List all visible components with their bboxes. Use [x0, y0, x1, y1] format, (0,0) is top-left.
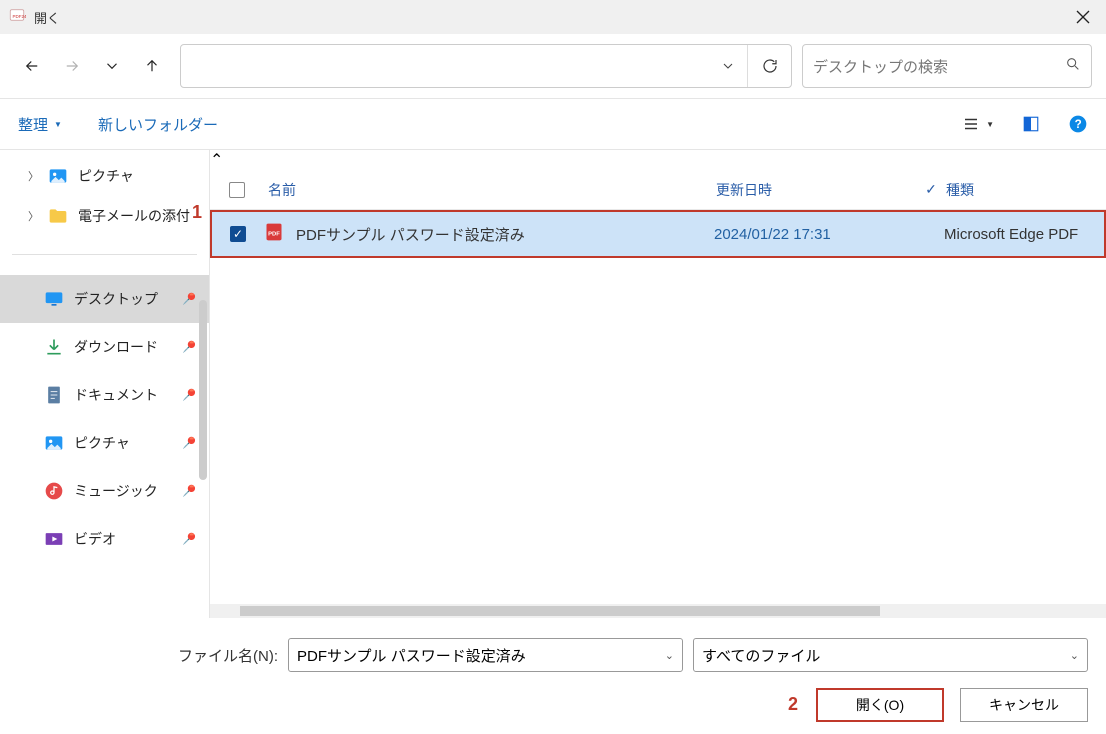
refresh-button[interactable]: [747, 45, 791, 87]
chevron-right-icon: 〉: [28, 208, 38, 224]
pictures-icon: [48, 166, 68, 186]
nav-row: デスクトップの検索: [0, 34, 1106, 98]
back-button[interactable]: [14, 46, 50, 86]
svg-text:PDF24: PDF24: [13, 14, 27, 19]
new-folder-button[interactable]: 新しいフォルダー: [98, 114, 218, 135]
svg-text:?: ?: [1075, 118, 1082, 131]
column-date[interactable]: 更新日時: [716, 180, 916, 200]
chevron-down-icon: ▼: [986, 120, 994, 129]
folder-icon: [48, 206, 68, 226]
file-name: PDFサンプル パスワード設定済み: [296, 224, 714, 245]
sidebar: 〉 ピクチャ 〉 電子メールの添付 デスクトップ 📍 ダウンロード 📍: [0, 150, 210, 618]
sort-indicator-icon: ⌃: [210, 150, 1106, 170]
chevron-down-icon: ⌄: [665, 649, 674, 662]
file-type-filter[interactable]: すべてのファイル ⌄: [693, 638, 1088, 672]
horizontal-scrollbar[interactable]: [210, 604, 1106, 618]
pin-icon: 📍: [176, 431, 200, 455]
sidebar-scrollbar[interactable]: [199, 300, 207, 480]
recent-dropdown[interactable]: [94, 46, 130, 86]
pin-icon: 📍: [176, 287, 200, 311]
body-area: 〉 ピクチャ 〉 電子メールの添付 デスクトップ 📍 ダウンロード 📍: [0, 150, 1106, 618]
bottom-panel: ファイル名(N): PDFサンプル パスワード設定済み ⌄ すべてのファイル ⌄…: [0, 618, 1106, 734]
annotation-2: 2: [788, 694, 798, 715]
open-button[interactable]: 開く(O): [816, 688, 944, 722]
sidebar-item-downloads[interactable]: ダウンロード 📍: [0, 323, 209, 371]
column-type[interactable]: 種類: [946, 180, 1106, 200]
search-input[interactable]: デスクトップの検索: [802, 44, 1092, 88]
video-icon: [44, 529, 64, 549]
address-dropdown[interactable]: [707, 45, 747, 87]
desktop-icon: [44, 289, 64, 309]
up-button[interactable]: [134, 46, 170, 86]
column-sort-check-icon: ✓: [916, 181, 946, 198]
music-icon: [44, 481, 64, 501]
help-icon: ?: [1068, 114, 1088, 134]
close-button[interactable]: [1060, 0, 1106, 34]
app-icon: PDF24: [8, 6, 26, 29]
titlebar: PDF24 開く: [0, 0, 1106, 34]
list-icon: [962, 115, 980, 133]
svg-text:PDF: PDF: [268, 231, 280, 237]
address-bar[interactable]: [180, 44, 792, 88]
pin-icon: 📍: [176, 527, 200, 551]
tree-item-pictures[interactable]: 〉 ピクチャ: [0, 156, 209, 196]
pdf-icon: PDF: [264, 222, 288, 246]
file-checkbox[interactable]: ✓: [212, 226, 264, 242]
sidebar-item-music[interactable]: ミュージック 📍: [0, 467, 209, 515]
preview-toggle[interactable]: [1022, 115, 1040, 133]
sidebar-item-documents[interactable]: ドキュメント 📍: [0, 371, 209, 419]
file-date: 2024/01/22 17:31: [714, 226, 914, 243]
pin-icon: 📍: [176, 383, 200, 407]
chevron-right-icon: 〉: [28, 168, 38, 184]
chevron-down-icon: ⌄: [1070, 649, 1079, 662]
tree-item-email[interactable]: 〉 電子メールの添付: [0, 196, 209, 236]
file-list-area: ⌃ 名前 更新日時 ✓ 種類 1 ✓ PDF PDFサンプル パスワード設定済み…: [210, 150, 1106, 618]
sidebar-item-videos[interactable]: ビデオ 📍: [0, 515, 209, 563]
column-name[interactable]: 名前: [264, 180, 716, 200]
organize-menu[interactable]: 整理 ▼: [18, 114, 62, 135]
open-file-dialog: PDF24 開く デスクトップの検索 整理 ▼ 新しいフォルダー ▼: [0, 0, 1106, 734]
file-row[interactable]: ✓ PDF PDFサンプル パスワード設定済み 2024/01/22 17:31…: [210, 210, 1106, 258]
search-placeholder: デスクトップの検索: [813, 56, 948, 77]
document-icon: [44, 385, 64, 405]
filename-label: ファイル名(N):: [18, 645, 278, 666]
file-list-header: 名前 更新日時 ✓ 種類: [210, 170, 1106, 210]
preview-icon: [1022, 115, 1040, 133]
sidebar-item-pictures[interactable]: ピクチャ 📍: [0, 419, 209, 467]
download-icon: [44, 337, 64, 357]
file-type: Microsoft Edge PDF: [944, 226, 1104, 243]
chevron-down-icon: ▼: [54, 120, 62, 129]
column-checkbox[interactable]: [210, 182, 264, 198]
filename-input[interactable]: PDFサンプル パスワード設定済み ⌄: [288, 638, 683, 672]
pictures-icon: [44, 433, 64, 453]
window-title: 開く: [34, 8, 60, 27]
divider: [12, 254, 197, 255]
help-button[interactable]: ?: [1068, 114, 1088, 134]
cancel-button[interactable]: キャンセル: [960, 688, 1088, 722]
pin-icon: 📍: [176, 479, 200, 503]
sidebar-item-desktop[interactable]: デスクトップ 📍: [0, 275, 209, 323]
toolbar: 整理 ▼ 新しいフォルダー ▼ ?: [0, 98, 1106, 150]
search-icon: [1065, 56, 1081, 76]
annotation-1: 1: [192, 202, 202, 223]
pin-icon: 📍: [176, 335, 200, 359]
forward-button[interactable]: [54, 46, 90, 86]
view-menu[interactable]: ▼: [962, 115, 994, 133]
